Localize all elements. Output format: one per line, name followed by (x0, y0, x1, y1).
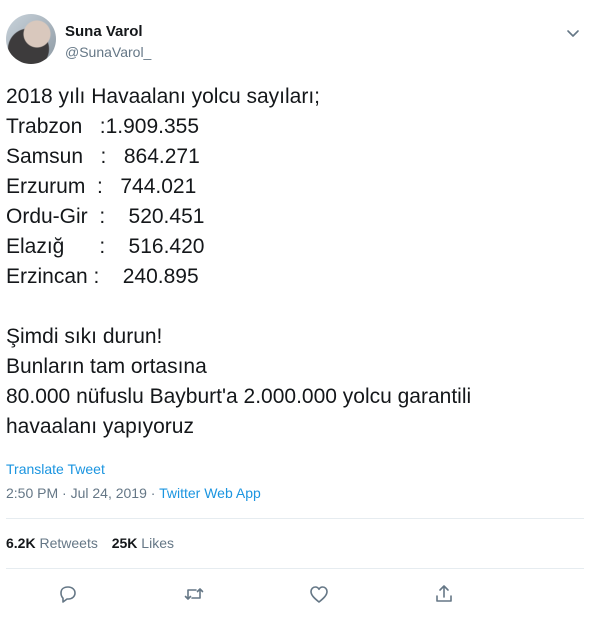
user-handle[interactable]: @SunaVarol_ (65, 44, 151, 60)
translate-tweet-link[interactable]: Translate Tweet (6, 461, 105, 477)
meta-separator: · (146, 485, 160, 501)
tweet-line: Erzincan : 240.895 (6, 265, 199, 288)
tweet-line: Bunların tam ortasına (6, 355, 207, 378)
tweet-time[interactable]: 2:50 PM (6, 485, 58, 501)
divider (6, 518, 584, 519)
likes-label: Likes (141, 535, 174, 551)
heart-icon[interactable] (307, 582, 331, 606)
tweet-line: havaalanı yapıyoruz (6, 415, 194, 438)
tweet-header: Suna Varol @SunaVarol_ (6, 14, 586, 66)
tweet-meta: 2:50 PM · Jul 24, 2019 · Twitter Web App (6, 485, 261, 501)
tweet-line (6, 292, 586, 322)
tweet-line: Samsun : 864.271 (6, 145, 200, 168)
tweet-line: 2018 yılı Havaalanı yolcu sayıları; (6, 85, 320, 108)
tweet-stats: 6.2K Retweets 25K Likes (6, 535, 184, 551)
tweet-line: Ordu-Gir : 520.451 (6, 205, 205, 228)
tweet-line: 80.000 nüfuslu Bayburt'a 2.000.000 yolcu… (6, 385, 472, 408)
tweet-date[interactable]: Jul 24, 2019 (71, 485, 147, 501)
likes-stat[interactable]: 25K Likes (112, 535, 174, 551)
share-icon[interactable] (432, 582, 456, 606)
retweets-stat[interactable]: 6.2K Retweets (6, 535, 98, 551)
avatar[interactable] (6, 14, 56, 64)
tweet-line: Elazığ : 516.420 (6, 235, 205, 258)
likes-count: 25K (111, 535, 138, 551)
tweet-source-link[interactable]: Twitter Web App (159, 485, 261, 501)
tweet-line: Şimdi sıkı durun! (6, 325, 163, 348)
tweet-line: Erzurum : 744.021 (6, 175, 197, 198)
reply-icon[interactable] (56, 582, 80, 606)
tweet-text: 2018 yılı Havaalanı yolcu sayıları; Trab… (6, 82, 586, 442)
tweet-actions (56, 582, 476, 606)
tweet-line: Trabzon :1.909.355 (6, 115, 200, 138)
retweets-label: Retweets (39, 535, 98, 551)
meta-separator: · (58, 485, 71, 501)
retweets-count: 6.2K (6, 535, 36, 551)
user-name[interactable]: Suna Varol (65, 23, 143, 40)
divider (6, 568, 584, 569)
chevron-down-icon[interactable] (564, 24, 582, 42)
retweet-icon[interactable] (182, 582, 206, 606)
